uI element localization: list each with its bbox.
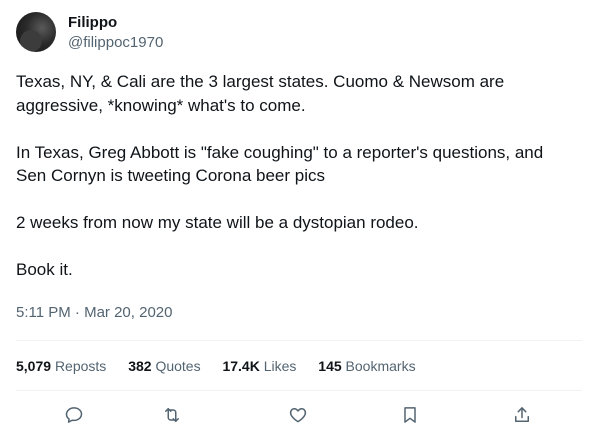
share-button[interactable] <box>509 402 535 428</box>
divider <box>16 390 582 391</box>
tweet-paragraph: Book it. <box>16 260 73 279</box>
tweet-text: Texas, NY, & Cali are the 3 largest stat… <box>16 70 576 282</box>
repost-icon <box>165 408 179 422</box>
action-bar <box>0 402 598 428</box>
engagement-stats: 5,079 Reposts 382 Quotes 17.4K Likes 145… <box>16 356 434 376</box>
avatar-shade <box>20 30 42 52</box>
bookmarks-stat[interactable]: 145 Bookmarks <box>318 356 415 376</box>
tweet-timestamp[interactable]: 5:11 PM · Mar 20, 2020 <box>16 303 172 323</box>
quotes-label: Quotes <box>155 358 201 374</box>
bookmark-button[interactable] <box>397 402 423 428</box>
tweet: Filippo @filippoc1970 Texas, NY, & Cali … <box>0 0 598 439</box>
reposts-label: Reposts <box>54 358 107 374</box>
likes-count: 17.4K <box>222 358 260 374</box>
reposts-stat[interactable]: 5,079 Reposts <box>16 356 106 376</box>
author-handle[interactable]: @filippoc1970 <box>68 33 163 53</box>
bookmarks-count: 145 <box>318 358 342 374</box>
avatar[interactable] <box>16 12 56 52</box>
reply-button[interactable] <box>61 402 87 428</box>
tweet-paragraph: 2 weeks from now my state will be a dyst… <box>16 213 419 232</box>
tweet-paragraph: In Texas, Greg Abbott is "fake coughing"… <box>16 142 544 186</box>
like-button[interactable] <box>285 402 311 428</box>
likes-label: Likes <box>263 358 297 374</box>
share-icon <box>515 407 529 422</box>
reply-icon <box>65 407 83 423</box>
quotes-stat[interactable]: 382 Quotes <box>128 356 200 376</box>
author-display-name[interactable]: Filippo <box>68 13 117 33</box>
repost-button[interactable] <box>159 402 185 428</box>
quotes-count: 382 <box>128 358 152 374</box>
tweet-paragraph: Texas, NY, & Cali are the 3 largest stat… <box>16 72 505 115</box>
divider <box>16 340 582 341</box>
like-icon <box>289 408 307 423</box>
reposts-count: 5,079 <box>16 358 52 374</box>
bookmark-icon <box>404 407 416 423</box>
bookmarks-label: Bookmarks <box>345 358 416 374</box>
likes-stat[interactable]: 17.4K Likes <box>222 356 296 376</box>
